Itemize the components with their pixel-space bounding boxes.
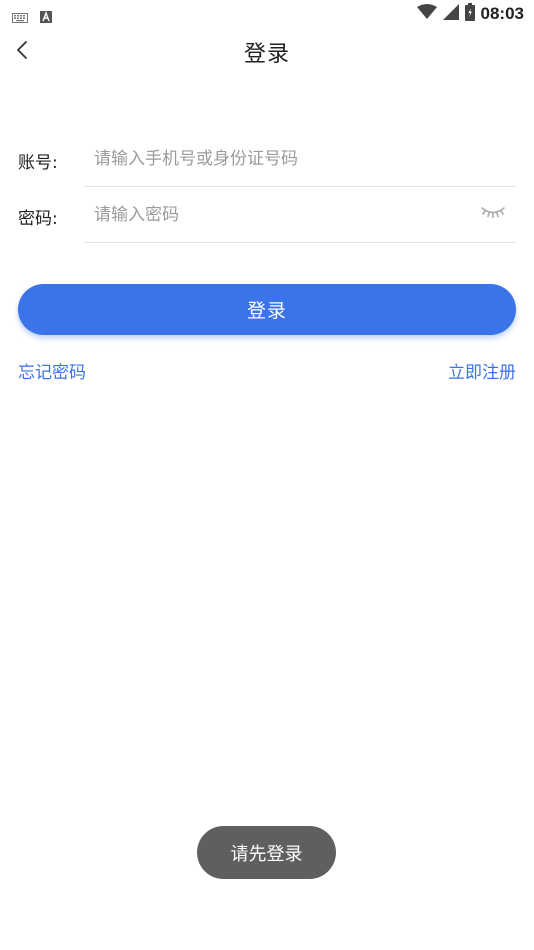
eye-closed-icon[interactable] bbox=[480, 205, 506, 221]
account-label: 账号: bbox=[18, 153, 58, 173]
header: 登录 bbox=[0, 28, 534, 76]
password-row: 密码: bbox=[18, 187, 516, 243]
account-input[interactable] bbox=[84, 131, 516, 187]
account-row: 账号: bbox=[18, 131, 516, 187]
toast-message: 请先登录 bbox=[230, 843, 303, 865]
password-label: 密码: bbox=[18, 209, 58, 229]
status-icons: 08:03 bbox=[416, 3, 524, 25]
clock: 08:03 bbox=[480, 4, 524, 23]
login-button[interactable]: 登录 bbox=[18, 284, 516, 335]
a-icon bbox=[40, 8, 52, 27]
password-input[interactable] bbox=[84, 187, 516, 243]
forgot-password-link[interactable]: 忘记密码 bbox=[18, 358, 86, 383]
battery-icon bbox=[464, 3, 475, 25]
keyboard-icon bbox=[12, 8, 28, 27]
signal-icon bbox=[442, 4, 459, 24]
toast: 请先登录 bbox=[197, 826, 336, 879]
status-bar: 08:03 bbox=[0, 0, 534, 28]
page-title: 登录 bbox=[243, 42, 290, 67]
register-link[interactable]: 立即注册 bbox=[448, 358, 516, 383]
wifi-icon bbox=[416, 4, 437, 24]
